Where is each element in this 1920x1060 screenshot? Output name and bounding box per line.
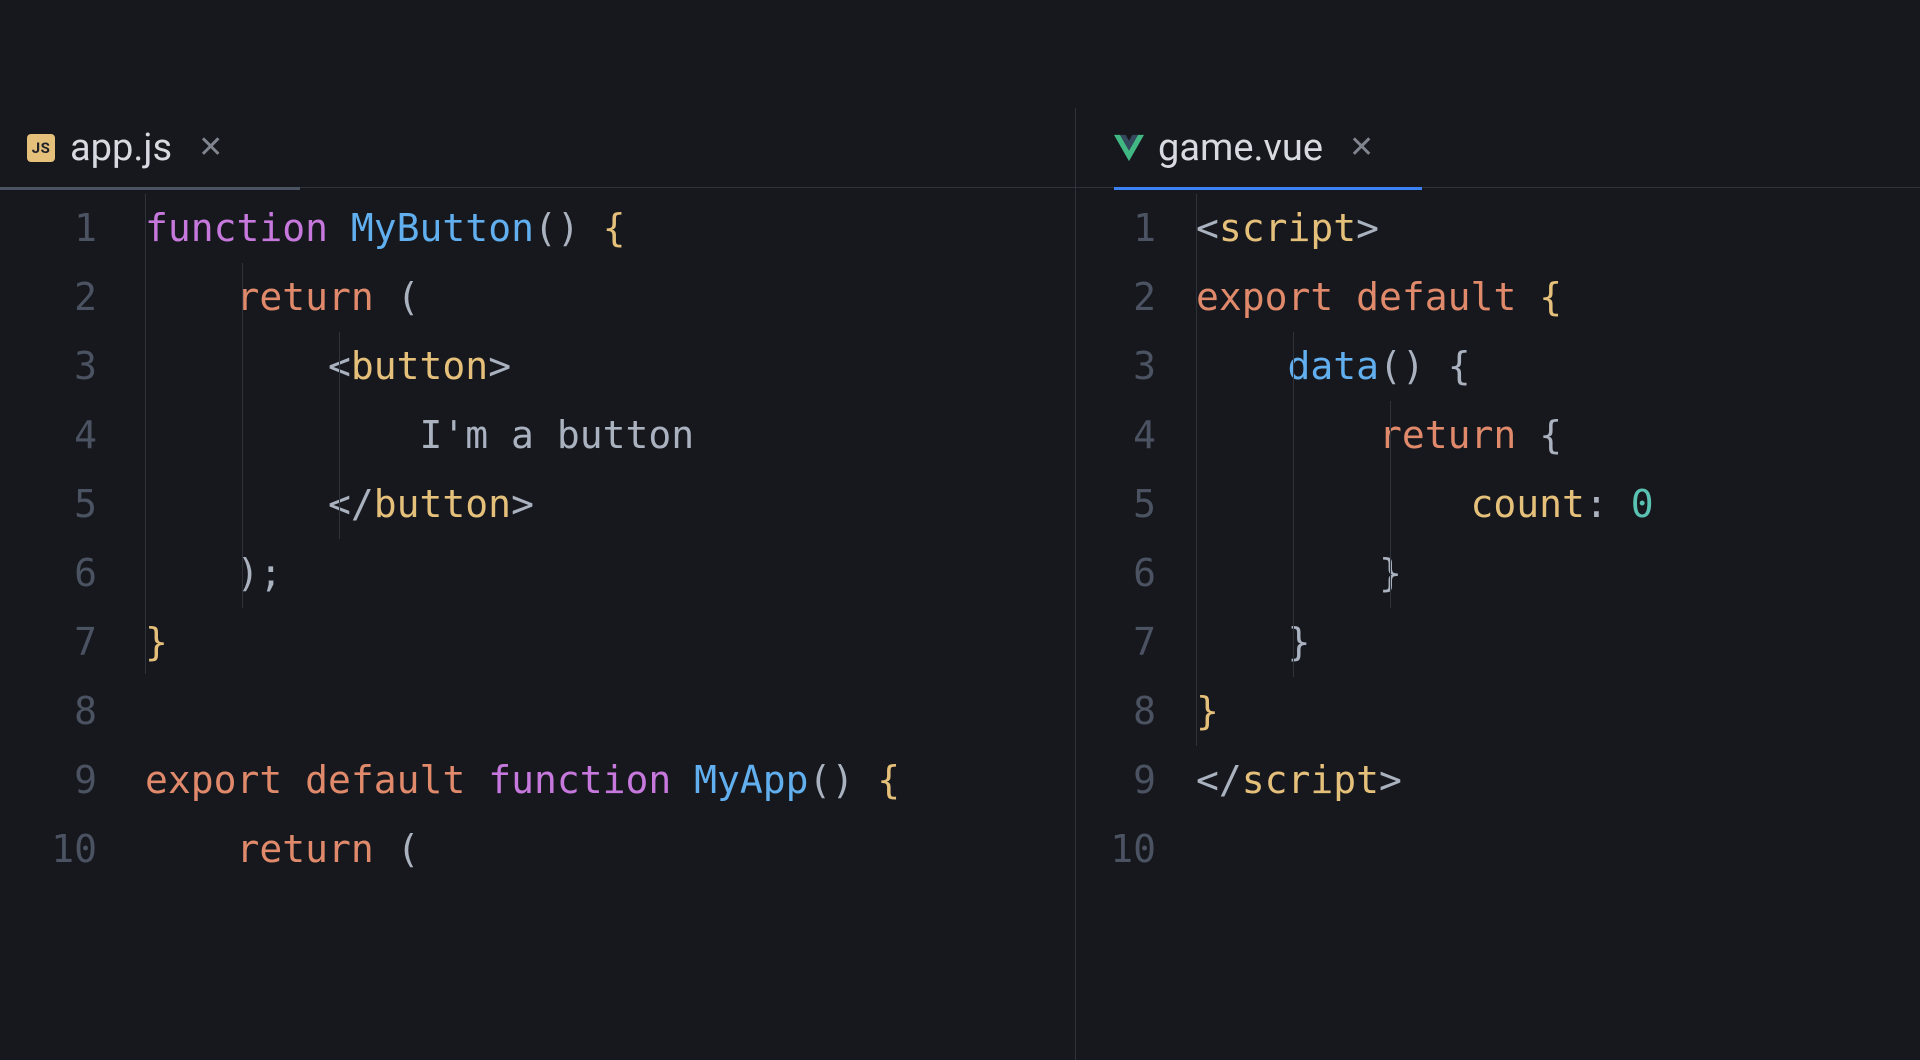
- tab-filename: app.js: [70, 126, 172, 170]
- line-number-gutter: 1 2 3 4 5 6 7 8 9 10: [1076, 194, 1196, 1060]
- indent-guide: [1196, 194, 1197, 746]
- indent-guide: [242, 263, 243, 608]
- vue-file-icon: [1114, 133, 1144, 163]
- line-number: 5: [1076, 470, 1156, 539]
- code-line: [145, 677, 900, 746]
- line-number: 10: [1076, 815, 1156, 884]
- code-line: </script>: [1196, 746, 1654, 815]
- code-lines[interactable]: function MyButton() { return ( <button> …: [145, 194, 900, 1060]
- line-number: 6: [0, 539, 97, 608]
- line-number: 2: [1076, 263, 1156, 332]
- code-line: export default {: [1196, 263, 1654, 332]
- tab-filename: game.vue: [1158, 126, 1323, 170]
- code-area-left[interactable]: 1 2 3 4 5 6 7 8 9 10 function MyButton()…: [0, 188, 1075, 1060]
- close-icon[interactable]: ✕: [198, 130, 223, 165]
- code-line: }: [145, 608, 900, 677]
- code-line: }: [1196, 539, 1654, 608]
- line-number: 8: [0, 677, 97, 746]
- code-area-right[interactable]: 1 2 3 4 5 6 7 8 9 10 <script> export def…: [1076, 188, 1920, 1060]
- line-number: 9: [1076, 746, 1156, 815]
- line-number: 6: [1076, 539, 1156, 608]
- indent-guide: [145, 194, 146, 674]
- code-line: export default function MyApp() {: [145, 746, 900, 815]
- line-number: 10: [0, 815, 97, 884]
- code-line: return (: [145, 263, 900, 332]
- cursor: [919, 759, 943, 807]
- code-line: }: [1196, 608, 1654, 677]
- tab-game-vue[interactable]: game.vue ✕: [1076, 108, 1402, 187]
- tabbar-left: JS app.js ✕: [0, 108, 1075, 188]
- line-number: 2: [0, 263, 97, 332]
- line-number: 4: [1076, 401, 1156, 470]
- js-file-icon: JS: [26, 133, 56, 163]
- code-line: <script>: [1196, 194, 1654, 263]
- line-number: 5: [0, 470, 97, 539]
- line-number: 1: [0, 194, 97, 263]
- line-number: 1: [1076, 194, 1156, 263]
- code-line: }: [1196, 677, 1654, 746]
- code-line: </button>: [145, 470, 900, 539]
- code-line: return {: [1196, 401, 1654, 470]
- code-lines[interactable]: <script> export default { data() { retur…: [1196, 194, 1654, 1060]
- code-line: return (: [145, 815, 900, 884]
- code-line: data() {: [1196, 332, 1654, 401]
- code-line: I'm a button: [145, 401, 900, 470]
- line-number: 3: [0, 332, 97, 401]
- line-number: 9: [0, 746, 97, 815]
- code-line: count: 0: [1196, 470, 1654, 539]
- line-number: 7: [1076, 608, 1156, 677]
- code-line: function MyButton() {: [145, 194, 900, 263]
- editor-pane-right: game.vue ✕ 1 2 3 4 5 6 7 8 9 10 <scri: [1075, 108, 1920, 1060]
- editor-split: JS app.js ✕ 1 2 3 4 5 6 7 8 9 10: [0, 0, 1920, 1060]
- code-line: );: [145, 539, 900, 608]
- tabbar-right: game.vue ✕: [1076, 108, 1920, 188]
- code-line: <button>: [145, 332, 900, 401]
- line-number: 3: [1076, 332, 1156, 401]
- line-number: 7: [0, 608, 97, 677]
- close-icon[interactable]: ✕: [1349, 130, 1374, 165]
- line-number: 4: [0, 401, 97, 470]
- indent-guide: [1293, 332, 1294, 677]
- line-number-gutter: 1 2 3 4 5 6 7 8 9 10: [0, 194, 145, 1060]
- editor-pane-left: JS app.js ✕ 1 2 3 4 5 6 7 8 9 10: [0, 108, 1075, 1060]
- indent-guide: [1390, 401, 1391, 608]
- code-line: [1196, 815, 1654, 884]
- indent-guide: [339, 332, 340, 539]
- tab-app-js[interactable]: JS app.js ✕: [0, 108, 251, 187]
- line-number: 8: [1076, 677, 1156, 746]
